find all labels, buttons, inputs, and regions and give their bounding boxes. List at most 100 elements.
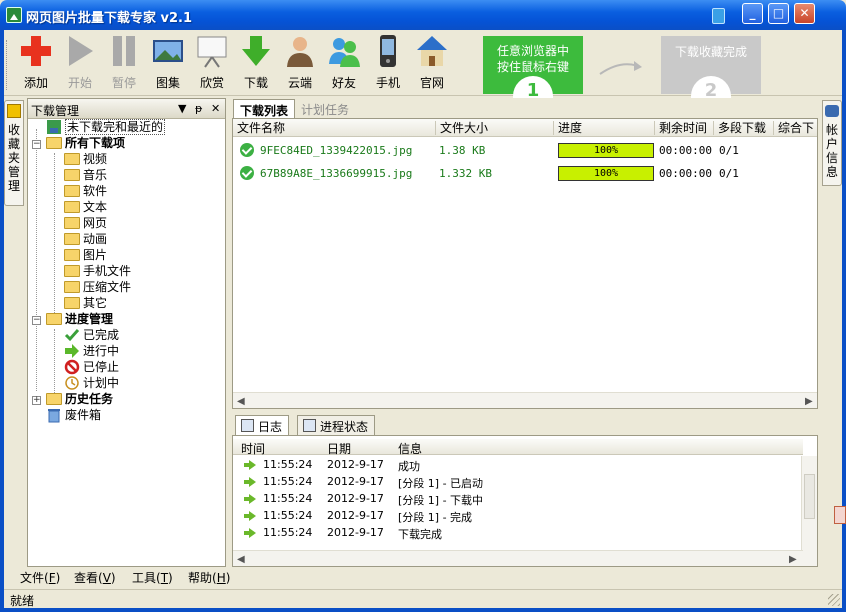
presentation-board-icon xyxy=(197,36,227,68)
status-bar: 就绪 xyxy=(4,589,842,608)
download-list-pane: 文件名称 文件大小 进度 剩余时间 多段下载 综合下 9FEC84ED_1339… xyxy=(232,118,818,409)
start-button[interactable]: 开始 xyxy=(60,34,100,91)
account-info-tab[interactable]: 帐户信息 xyxy=(822,100,842,186)
col-info[interactable]: 信息 xyxy=(398,440,422,457)
tab-process-status[interactable]: 进程状态 xyxy=(297,415,376,435)
pause-button[interactable]: 暂停 xyxy=(104,34,144,91)
close-button[interactable]: ✕ xyxy=(794,3,815,24)
scroll-right-icon[interactable]: ▶ xyxy=(805,396,813,407)
col-file-name[interactable]: 文件名称 xyxy=(233,121,285,135)
col-progress[interactable]: 进度 xyxy=(553,121,582,135)
log-info: 成功 xyxy=(398,460,420,473)
col-time[interactable]: 时间 xyxy=(241,440,265,457)
log-row[interactable]: 11:55:24 2012-9-17 [分段 1] - 已启动 xyxy=(233,473,803,490)
house-icon xyxy=(417,36,447,66)
maximize-button[interactable]: □ xyxy=(768,3,789,24)
tree-item-scheduled[interactable]: 计划中 xyxy=(64,375,119,391)
panel-dropdown-button[interactable]: ▼ xyxy=(178,102,186,115)
view-label: 欣赏 xyxy=(199,76,224,90)
log-row[interactable]: 11:55:24 2012-9-17 成功 xyxy=(233,456,803,473)
friends-button[interactable]: 好友 xyxy=(324,34,364,91)
log-time: 11:55:24 xyxy=(263,492,313,505)
website-button[interactable]: 官网 xyxy=(412,34,452,91)
log-row[interactable]: 11:55:24 2012-9-17 [分段 1] - 下载中 xyxy=(233,490,803,507)
tab-scheduled-tasks[interactable]: 计划任务 xyxy=(295,99,355,118)
tab-download-list[interactable]: 下载列表 xyxy=(233,99,296,118)
tab-log[interactable]: 日志 xyxy=(235,415,290,435)
tree-item-history[interactable]: 历史任务 xyxy=(46,391,113,407)
add-button[interactable]: 添加 xyxy=(16,34,56,91)
side-clip-icon[interactable] xyxy=(834,506,846,524)
tree-item-other[interactable]: 其它 xyxy=(64,295,107,311)
col-file-size[interactable]: 文件大小 xyxy=(435,121,488,135)
expand-history[interactable]: + xyxy=(32,396,41,405)
friends-label: 好友 xyxy=(331,76,356,90)
menu-view[interactable]: 查看(V) xyxy=(74,569,116,586)
log-date: 2012-9-17 xyxy=(327,492,384,505)
segments: 0/1 xyxy=(719,167,739,180)
panel-pin-button[interactable]: ᵽ xyxy=(195,102,202,115)
folder-icon xyxy=(64,281,80,293)
green-arrow-icon xyxy=(244,494,256,504)
resize-grip[interactable] xyxy=(828,594,840,606)
tree-item-video[interactable]: 视频 xyxy=(64,151,107,167)
log-scroll-thumb[interactable] xyxy=(804,474,815,519)
table-row[interactable]: 67B89A8E_1336699915.jpg 1.332 KB 100% 00… xyxy=(233,163,817,183)
recent-downloads-icon xyxy=(47,120,61,134)
log-row[interactable]: 11:55:24 2012-9-17 [分段 1] - 完成 xyxy=(233,507,803,524)
download-list-hscrollbar[interactable]: ◀ ▶ xyxy=(233,392,817,408)
tree-item-stopped[interactable]: 已停止 xyxy=(64,359,119,375)
tree-item-trash[interactable]: 废件箱 xyxy=(46,407,101,423)
gallery-button[interactable]: 图集 xyxy=(148,34,188,91)
col-segments[interactable]: 多段下载 xyxy=(713,121,766,135)
title-bar[interactable]: 网页图片批量下载专家 v2.1 _ □ ✕ xyxy=(0,0,846,30)
menu-help[interactable]: 帮助(H) xyxy=(188,569,230,586)
tree-item-completed[interactable]: 已完成 xyxy=(64,327,119,343)
panel-close-button[interactable]: ✕ xyxy=(211,102,220,115)
tree-item-images[interactable]: 图片 xyxy=(64,247,107,263)
promo-step-2: 下载收藏完成 2 xyxy=(661,36,761,106)
toolbar-grip[interactable] xyxy=(6,40,9,90)
cloud-button[interactable]: 云端 xyxy=(280,34,320,91)
menu-file[interactable]: 文件(F) xyxy=(20,569,60,586)
folder-icon xyxy=(64,201,80,213)
tree-item-mobile-files[interactable]: 手机文件 xyxy=(64,263,131,279)
tree-item-archives[interactable]: 压缩文件 xyxy=(64,279,131,295)
download-button[interactable]: 下载 xyxy=(236,34,276,91)
favorites-manager-tab[interactable]: 收藏夹管理 xyxy=(4,100,24,206)
tree-item-progress-manager[interactable]: 进度管理 xyxy=(46,311,113,327)
tree-item-webpage[interactable]: 网页 xyxy=(64,215,107,231)
scroll-right-icon[interactable]: ▶ xyxy=(789,554,797,565)
clock-icon xyxy=(65,376,79,390)
tree-item-text[interactable]: 文本 xyxy=(64,199,107,215)
scroll-left-icon[interactable]: ◀ xyxy=(237,554,245,565)
table-row[interactable]: 9FEC84ED_1339422015.jpg 1.38 KB 100% 00:… xyxy=(233,140,817,160)
check-circle-icon xyxy=(240,143,254,157)
scroll-left-icon[interactable]: ◀ xyxy=(237,396,245,407)
file-size: 1.38 KB xyxy=(439,144,486,157)
tree-item-music[interactable]: 音乐 xyxy=(64,167,107,183)
log-row[interactable]: 11:55:24 2012-9-17 下载完成 xyxy=(233,524,803,541)
log-hscrollbar[interactable]: ◀ ▶ xyxy=(233,550,803,566)
tree-item-recent[interactable]: 未下载完和最近的 xyxy=(46,119,166,135)
minimize-button[interactable]: _ xyxy=(742,3,763,24)
tree-item-all-downloads[interactable]: 所有下载项 xyxy=(46,135,125,151)
col-date[interactable]: 日期 xyxy=(327,440,351,457)
menu-tools[interactable]: 工具(T) xyxy=(132,569,173,586)
skin-icon[interactable] xyxy=(712,8,725,24)
log-pane: 时间 日期 信息 11:55:24 2012-9-17 成功 11:55:24 … xyxy=(232,435,818,567)
mobile-button[interactable]: 手机 xyxy=(368,34,408,91)
tree-item-software[interactable]: 软件 xyxy=(64,183,107,199)
folder-icon xyxy=(64,233,80,245)
tree-item-in-progress[interactable]: 进行中 xyxy=(64,343,119,359)
col-overall[interactable]: 综合下 xyxy=(773,121,814,135)
plus-icon xyxy=(21,36,51,66)
tree-item-animation[interactable]: 动画 xyxy=(64,231,107,247)
collapse-all-downloads[interactable]: − xyxy=(32,140,41,149)
gallery-icon xyxy=(153,40,183,62)
col-remaining-time[interactable]: 剩余时间 xyxy=(654,121,707,135)
log-vscrollbar[interactable] xyxy=(801,456,817,566)
view-button[interactable]: 欣赏 xyxy=(192,34,232,91)
download-label: 下载 xyxy=(243,76,268,90)
collapse-progress[interactable]: − xyxy=(32,316,41,325)
